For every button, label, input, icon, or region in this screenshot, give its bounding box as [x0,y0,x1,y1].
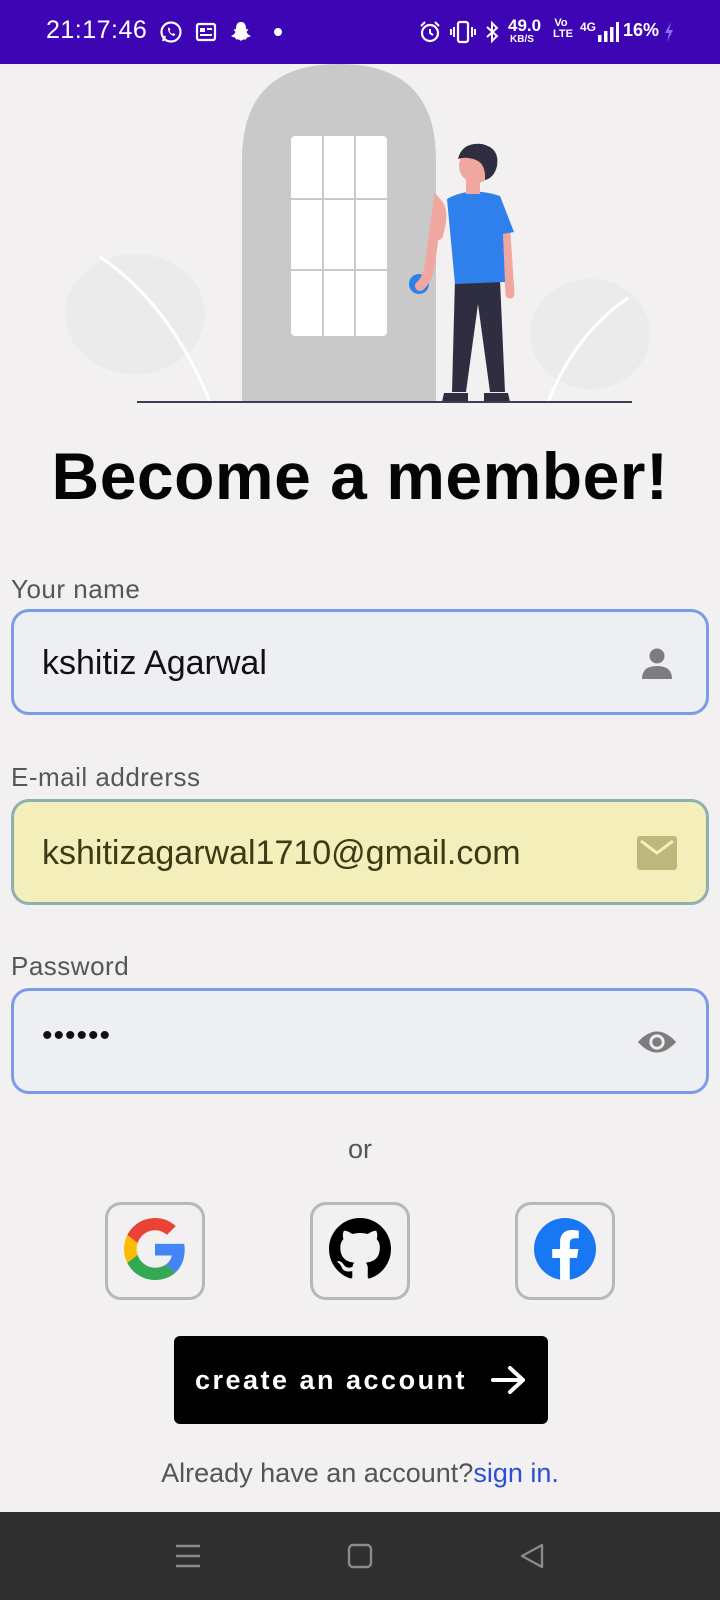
volte-label: Vo LTE [553,17,573,40]
news-icon [194,18,218,46]
signal-icon [596,18,620,46]
charging-icon [662,18,676,46]
network-speed-unit: KB/S [510,34,534,45]
mail-icon [636,832,678,874]
status-time: 21:17:46 [46,16,148,44]
github-signup-button[interactable] [310,1202,410,1300]
vibrate-icon [450,18,476,46]
menu-icon[interactable] [168,1538,208,1574]
password-value[interactable]: •••••• [42,1019,111,1053]
alarm-icon [418,18,442,46]
google-icon [124,1217,186,1285]
facebook-signup-button[interactable] [515,1202,615,1300]
or-divider: or [347,1134,372,1164]
arrow-right-icon [491,1365,527,1395]
signin-link[interactable]: sign in. [473,1458,559,1488]
back-icon[interactable] [512,1538,552,1574]
welcome-illustration [0,64,720,424]
network-type: 4G [580,20,597,34]
signin-row: Already have an account?sign in. [0,1458,720,1489]
email-field[interactable]: kshitizagarwal1710@gmail.com [11,799,709,905]
facebook-icon [534,1217,596,1285]
whatsapp-icon [158,18,184,46]
github-icon [329,1217,391,1285]
person-icon [636,642,678,684]
eye-icon[interactable] [636,1021,678,1063]
signin-prompt: Already have an account? [161,1458,474,1488]
name-field[interactable]: kshitiz Agarwal [11,609,709,715]
bluetooth-icon [483,18,501,46]
name-label: Your name [11,574,141,604]
navigation-bar [0,1512,720,1600]
email-label: E-mail addrerss [11,762,201,792]
status-bar: 21:17:46 49.0 KB/S Vo LTE 4G 16% [0,0,720,64]
snapchat-icon [228,18,254,46]
name-value[interactable]: kshitiz Agarwal [42,644,267,683]
battery-level: 16% [623,20,660,40]
create-account-button[interactable]: create an account [174,1336,548,1424]
email-value[interactable]: kshitizagarwal1710@gmail.com [42,834,521,873]
network-speed: 49.0 [508,16,542,35]
google-signup-button[interactable] [105,1202,205,1300]
page-title: Become a member! [51,439,669,513]
home-icon[interactable] [340,1538,380,1574]
password-field[interactable]: •••••• [11,988,709,1094]
dot-icon [272,18,284,46]
create-account-label: create an account [194,1364,468,1395]
password-label: Password [11,951,130,981]
